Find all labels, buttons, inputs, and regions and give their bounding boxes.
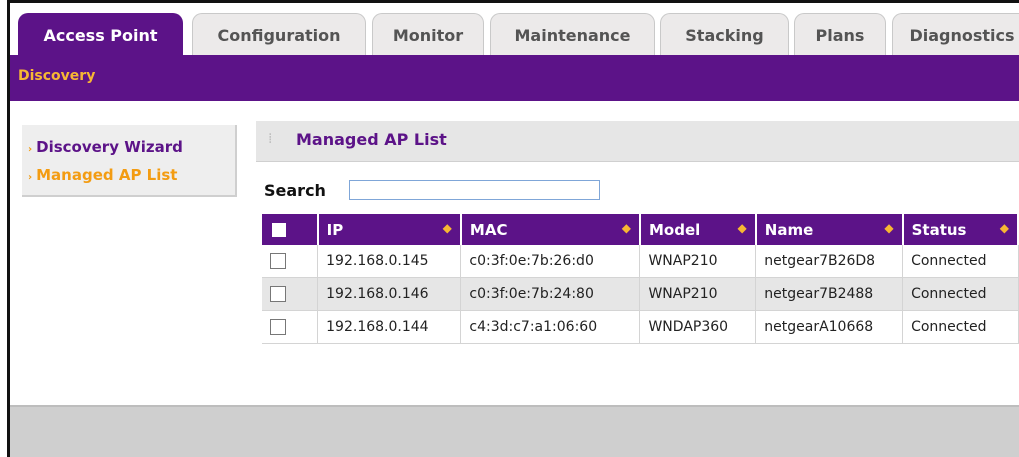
panel-title: Managed AP List — [296, 130, 447, 149]
cell-status: Connected — [902, 310, 1019, 344]
cell-name: netgear7B26D8 — [755, 245, 904, 278]
cell-model: WNAP210 — [639, 245, 757, 278]
sort-icon[interactable]: ◆ — [443, 221, 452, 235]
column-header-ip[interactable]: IP ◆ — [317, 214, 462, 245]
tab-configuration[interactable]: Configuration — [192, 13, 366, 55]
subtab-discovery[interactable]: Discovery — [18, 68, 95, 84]
chevron-right-icon: › — [28, 172, 33, 183]
row-checkbox[interactable] — [270, 286, 286, 302]
cell-ip: 192.168.0.144 — [317, 310, 462, 344]
panel-header: ⁞ Managed AP List — [256, 121, 1019, 162]
tab-plans[interactable]: Plans — [794, 13, 886, 55]
tab-access-point[interactable]: Access Point — [18, 13, 183, 57]
cell-name: netgear7B2488 — [755, 277, 904, 311]
top-tabs: Access Point Configuration Monitor Maint… — [10, 13, 1019, 57]
tab-monitor[interactable]: Monitor — [372, 13, 484, 55]
row-select-cell — [262, 310, 319, 344]
cell-mac: c4:3d:c7:a1:06:60 — [460, 310, 641, 344]
sidebar-item-label: Discovery Wizard — [36, 138, 183, 156]
footer-bar — [10, 405, 1019, 457]
table-header-row: IP ◆ MAC ◆ Model ◆ Name ◆ Status ◆ — [262, 214, 1019, 245]
cell-status: Connected — [902, 245, 1019, 278]
column-header-mac[interactable]: MAC ◆ — [460, 214, 641, 245]
cell-mac: c0:3f:0e:7b:24:80 — [460, 277, 641, 311]
table-row: 192.168.0.144 c4:3d:c7:a1:06:60 WNDAP360… — [262, 310, 1019, 344]
table-row: 192.168.0.145 c0:3f:0e:7b:26:d0 WNAP210 … — [262, 245, 1019, 278]
tab-stacking[interactable]: Stacking — [660, 13, 789, 55]
column-header-name[interactable]: Name ◆ — [755, 214, 904, 245]
sort-icon[interactable]: ◆ — [622, 221, 631, 235]
tab-diagnostics[interactable]: Diagnostics — [892, 13, 1019, 55]
row-checkbox[interactable] — [270, 253, 286, 269]
cell-ip: 192.168.0.145 — [317, 245, 462, 278]
chevron-right-icon: › — [28, 144, 33, 155]
sidebar-item-managed-ap-list[interactable]: › Managed AP List — [28, 166, 177, 184]
sidebar-item-discovery-wizard[interactable]: › Discovery Wizard — [28, 138, 183, 156]
cell-name: netgearA10668 — [755, 310, 904, 344]
tab-maintenance[interactable]: Maintenance — [490, 13, 655, 55]
cell-mac: c0:3f:0e:7b:26:d0 — [460, 245, 641, 278]
grip-icon: ⁞ — [268, 131, 273, 147]
select-all-checkbox[interactable] — [272, 223, 286, 237]
cell-status: Connected — [902, 277, 1019, 311]
row-select-cell — [262, 277, 319, 311]
table-row: 192.168.0.146 c0:3f:0e:7b:24:80 WNAP210 … — [262, 277, 1019, 311]
column-header-status[interactable]: Status ◆ — [902, 214, 1019, 245]
row-checkbox[interactable] — [270, 319, 286, 335]
column-header-model[interactable]: Model ◆ — [639, 214, 757, 245]
sort-icon[interactable]: ◆ — [1000, 221, 1009, 235]
search-input[interactable] — [349, 180, 600, 200]
cell-ip: 192.168.0.146 — [317, 277, 462, 311]
sort-icon[interactable]: ◆ — [738, 221, 747, 235]
search-label: Search — [264, 181, 326, 200]
row-select-cell — [262, 245, 319, 278]
sidebar: › Discovery Wizard › Managed AP List — [22, 125, 237, 197]
cell-model: WNDAP360 — [639, 310, 757, 344]
select-all-header — [262, 214, 319, 245]
cell-model: WNAP210 — [639, 277, 757, 311]
app-frame: Access Point Configuration Monitor Maint… — [7, 0, 1019, 457]
sub-nav-bar: Discovery — [10, 55, 1019, 101]
managed-ap-table: IP ◆ MAC ◆ Model ◆ Name ◆ Status ◆ 192.168.0.… — [262, 214, 1019, 344]
sort-icon[interactable]: ◆ — [884, 221, 893, 235]
sidebar-item-label: Managed AP List — [36, 166, 178, 184]
